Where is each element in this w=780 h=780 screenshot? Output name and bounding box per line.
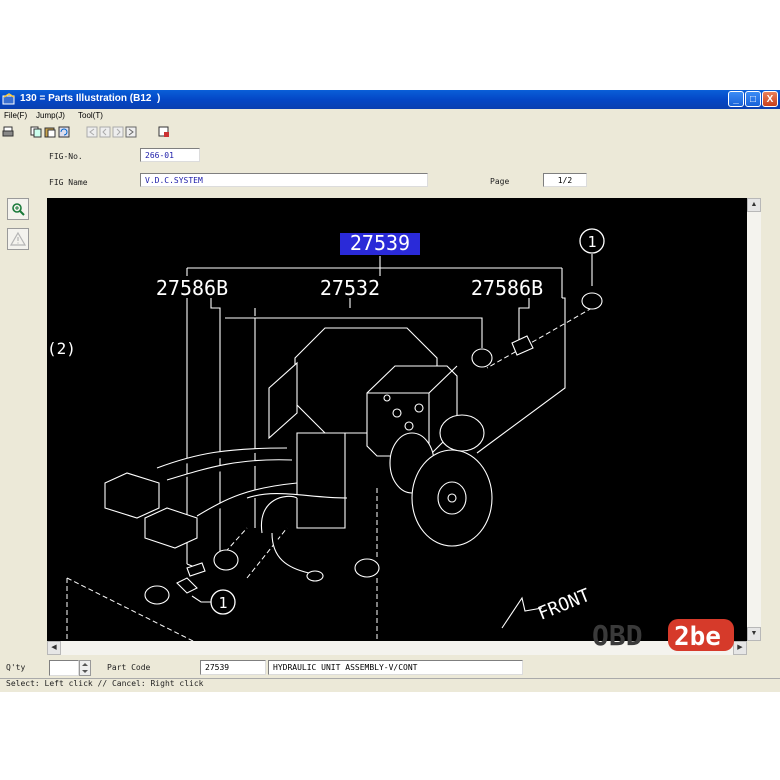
bottom-bar: Q'ty Part Code 27539 HYDRAULIC UNIT ASSE… [0, 660, 780, 680]
settings-icon[interactable] [158, 126, 170, 138]
paste-icon[interactable] [44, 126, 56, 138]
page-label: Page [490, 177, 510, 186]
fig-no-label: FIG-No. [49, 152, 83, 161]
vertical-scrollbar[interactable]: ▲ ▼ [747, 198, 761, 641]
stepper-arrows-icon [82, 663, 88, 673]
scroll-left-icon[interactable]: ◀ [47, 641, 61, 655]
maximize-button[interactable]: □ [745, 91, 761, 107]
callout-1-top: 1 [587, 233, 596, 251]
qty-input[interactable] [49, 660, 79, 676]
part-label-27532[interactable]: 27532 [320, 276, 380, 300]
front-label: FRONT [535, 585, 593, 625]
part-code-label: Part Code [107, 663, 151, 672]
fig-name-label: FIG Name [49, 178, 88, 187]
scroll-down-icon[interactable]: ▼ [747, 627, 761, 641]
scroll-up-icon[interactable]: ▲ [747, 198, 761, 212]
callout-1-bottom: 1 [218, 594, 227, 612]
toolbar [0, 124, 780, 142]
watermark-text-left: OBD [592, 619, 643, 652]
part-description-field: HYDRAULIC UNIT ASSEMBLY-V/CONT [268, 660, 523, 675]
app-icon [2, 93, 15, 105]
warning-icon [9, 231, 27, 246]
watermark-logo: OBD 2be [592, 619, 734, 652]
front-arrow [501, 596, 543, 629]
part-label-27586b-left[interactable]: 27586B [156, 276, 228, 300]
close-button[interactable]: X [762, 91, 778, 107]
watermark-text-right: 2be [674, 622, 721, 652]
page-field: 1/2 [543, 173, 587, 187]
nav-first-icon[interactable] [86, 126, 98, 138]
part-label-27586b-right[interactable]: 27586B [471, 276, 543, 300]
menu-jump[interactable]: Jump(J) [36, 111, 65, 120]
callout-2: (2) [47, 339, 76, 358]
window-title: 130 = Parts Illustration (B12 ) [20, 93, 161, 104]
zoom-in-button[interactable] [7, 198, 29, 220]
qty-stepper[interactable] [79, 660, 91, 676]
nav-prev-icon[interactable] [99, 126, 111, 138]
minimize-button[interactable]: _ [728, 91, 744, 107]
refresh-icon[interactable] [58, 126, 70, 138]
parts-illustration-window: 130 = Parts Illustration (B12 ) _ □ X Fi… [0, 90, 780, 692]
warning-button[interactable] [7, 228, 29, 250]
fig-no-field: 266-01 [140, 148, 200, 162]
title-bar[interactable]: 130 = Parts Illustration (B12 ) _ □ X [0, 90, 780, 109]
nav-next-icon[interactable] [112, 126, 124, 138]
copy-icon[interactable] [30, 126, 42, 138]
qty-label: Q'ty [6, 663, 26, 672]
print-icon[interactable] [2, 126, 14, 138]
parts-diagram-canvas[interactable]: 27539 27586B 27532 27586B (2) 1 1 FRONT [47, 198, 747, 641]
part-code-field: 27539 [200, 660, 266, 675]
menu-tool[interactable]: Tool(T) [78, 111, 103, 120]
zoom-in-icon [12, 203, 25, 216]
part-label-27539[interactable]: 27539 [350, 231, 410, 255]
status-bar: Select: Left click // Cancel: Right clic… [0, 678, 780, 691]
fig-name-field: V.D.C.SYSTEM [140, 173, 428, 187]
nav-last-icon[interactable] [125, 126, 137, 138]
menu-file[interactable]: File(F) [4, 111, 27, 120]
menu-bar: File(F) Jump(J) Tool(T) [0, 109, 780, 123]
parts-diagram: 27539 27586B 27532 27586B (2) 1 1 FRONT [47, 228, 605, 641]
